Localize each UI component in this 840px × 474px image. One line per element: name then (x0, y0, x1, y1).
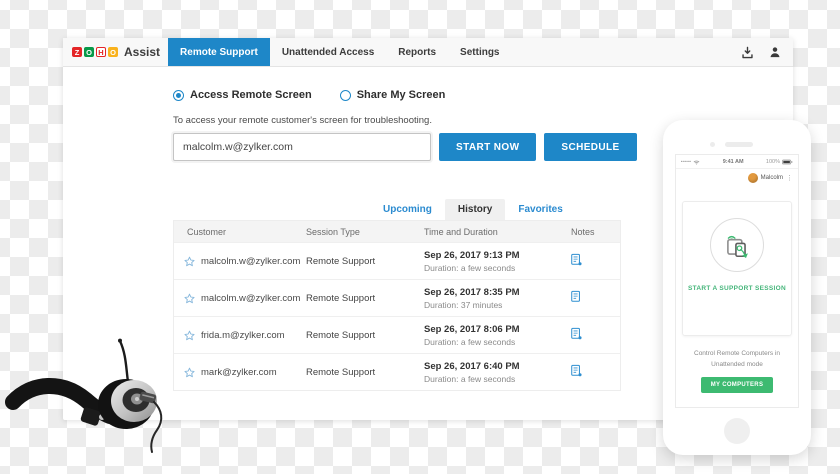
session-time: Sep 26, 2017 8:35 PM (424, 287, 558, 298)
favorite-star-icon[interactable] (184, 256, 195, 267)
overflow-menu-icon[interactable]: ⋮ (786, 175, 793, 182)
session-time: Sep 26, 2017 8:06 PM (424, 324, 558, 335)
user-icon[interactable] (769, 46, 781, 58)
table-row: malcolm.w@zylker.com Remote Support Sep … (174, 279, 620, 316)
nav-tab-unattended-access[interactable]: Unattended Access (270, 38, 386, 66)
notes-icon[interactable] (571, 364, 582, 377)
mobile-phone-mockup: ••••• 9:41 AM 100% (663, 120, 811, 455)
session-time: Sep 26, 2017 9:13 PM (424, 250, 558, 261)
tab-history[interactable]: History (445, 199, 505, 220)
favorite-star-icon[interactable] (184, 330, 195, 341)
avatar[interactable] (748, 173, 758, 183)
logo-tile-h: H (96, 47, 106, 57)
phone-status-bar: ••••• 9:41 AM 100% (676, 155, 798, 169)
battery-icon (782, 159, 793, 165)
notes-icon[interactable] (571, 290, 582, 303)
start-support-session-label: START A SUPPORT SESSION (688, 285, 786, 292)
column-header-session-type: Session Type (293, 227, 411, 237)
radio-unselected-icon[interactable] (340, 90, 351, 101)
session-type: Remote Support (293, 367, 411, 378)
tab-upcoming[interactable]: Upcoming (370, 199, 445, 220)
my-computers-button[interactable]: MY COMPUTERS (701, 377, 774, 393)
wifi-icon (693, 159, 700, 165)
notes-icon[interactable] (571, 253, 582, 266)
primary-navigation: Remote Support Unattended Access Reports… (168, 38, 511, 66)
nav-tab-remote-support[interactable]: Remote Support (168, 38, 270, 66)
session-history-table: Customer Session Type Time and Duration … (173, 220, 621, 391)
top-navbar: Z O H O Assist Remote Support Unattended… (63, 38, 793, 67)
carrier-signal-dots: ••••• (681, 159, 691, 164)
phone-home-button[interactable] (724, 418, 750, 444)
favorite-star-icon[interactable] (184, 367, 195, 378)
session-type: Remote Support (293, 256, 411, 267)
zoho-assist-logo: Z O H O Assist (72, 38, 160, 66)
transparent-checkerboard-background: Z O H O Assist Remote Support Unattended… (0, 0, 840, 474)
tab-favorites[interactable]: Favorites (505, 199, 575, 220)
radio-share-my-screen[interactable]: Share My Screen (340, 89, 446, 101)
session-time: Sep 26, 2017 6:40 PM (424, 361, 558, 372)
column-header-notes: Notes (558, 227, 620, 237)
logo-tile-o1: O (84, 47, 94, 57)
favorite-star-icon[interactable] (184, 293, 195, 304)
table-row: malcolm.w@zylker.com Remote Support Sep … (174, 242, 620, 279)
session-mode-radios: Access Remote Screen Share My Screen (173, 89, 793, 101)
session-type: Remote Support (293, 293, 411, 304)
customer-email-input[interactable] (173, 133, 431, 161)
start-now-button[interactable]: START NOW (439, 133, 536, 161)
nav-tab-settings[interactable]: Settings (448, 38, 511, 66)
download-icon[interactable] (741, 46, 754, 59)
column-header-customer: Customer (174, 227, 293, 237)
phone-camera-dot (710, 142, 715, 147)
unattended-mode-text: Control Remote Computers in Unattended m… (676, 348, 798, 370)
navbar-actions (741, 38, 781, 66)
session-duration: Duration: 37 minutes (424, 300, 558, 310)
battery-percent: 100% (766, 159, 780, 165)
phone-screen: ••••• 9:41 AM 100% (675, 154, 799, 408)
start-support-session-card[interactable]: START A SUPPORT SESSION (682, 201, 792, 336)
customer-email: mark@zylker.com (201, 367, 277, 378)
account-name: Malcolm (761, 175, 783, 181)
schedule-button[interactable]: SCHEDULE (544, 133, 636, 161)
remote-devices-icon-circle (710, 218, 764, 272)
customer-email: malcolm.w@zylker.com (201, 256, 300, 267)
table-row: mark@zylker.com Remote Support Sep 26, 2… (174, 353, 620, 390)
nav-tab-reports[interactable]: Reports (386, 38, 448, 66)
brand-name: Assist (124, 45, 160, 59)
session-duration: Duration: a few seconds (424, 337, 558, 347)
column-header-time-duration: Time and Duration (411, 227, 558, 237)
status-time: 9:41 AM (723, 159, 744, 165)
logo-tile-z: Z (72, 47, 82, 57)
table-row: frida.m@zylker.com Remote Support Sep 26… (174, 316, 620, 353)
session-duration: Duration: a few seconds (424, 263, 558, 273)
session-type: Remote Support (293, 330, 411, 341)
radio-access-remote-screen[interactable]: Access Remote Screen (173, 89, 312, 101)
phone-speaker-bar (725, 142, 753, 147)
customer-email: malcolm.w@zylker.com (201, 293, 300, 304)
table-header-row: Customer Session Type Time and Duration … (174, 221, 620, 242)
session-duration: Duration: a few seconds (424, 374, 558, 384)
radio-label: Share My Screen (357, 89, 446, 101)
logo-tile-o2: O (108, 47, 118, 57)
remote-devices-icon (722, 230, 752, 260)
mobile-app-header: Malcolm ⋮ (676, 169, 798, 187)
notes-icon[interactable] (571, 327, 582, 340)
radio-selected-icon[interactable] (173, 90, 184, 101)
radio-label: Access Remote Screen (190, 89, 312, 101)
customer-email: frida.m@zylker.com (201, 330, 285, 341)
